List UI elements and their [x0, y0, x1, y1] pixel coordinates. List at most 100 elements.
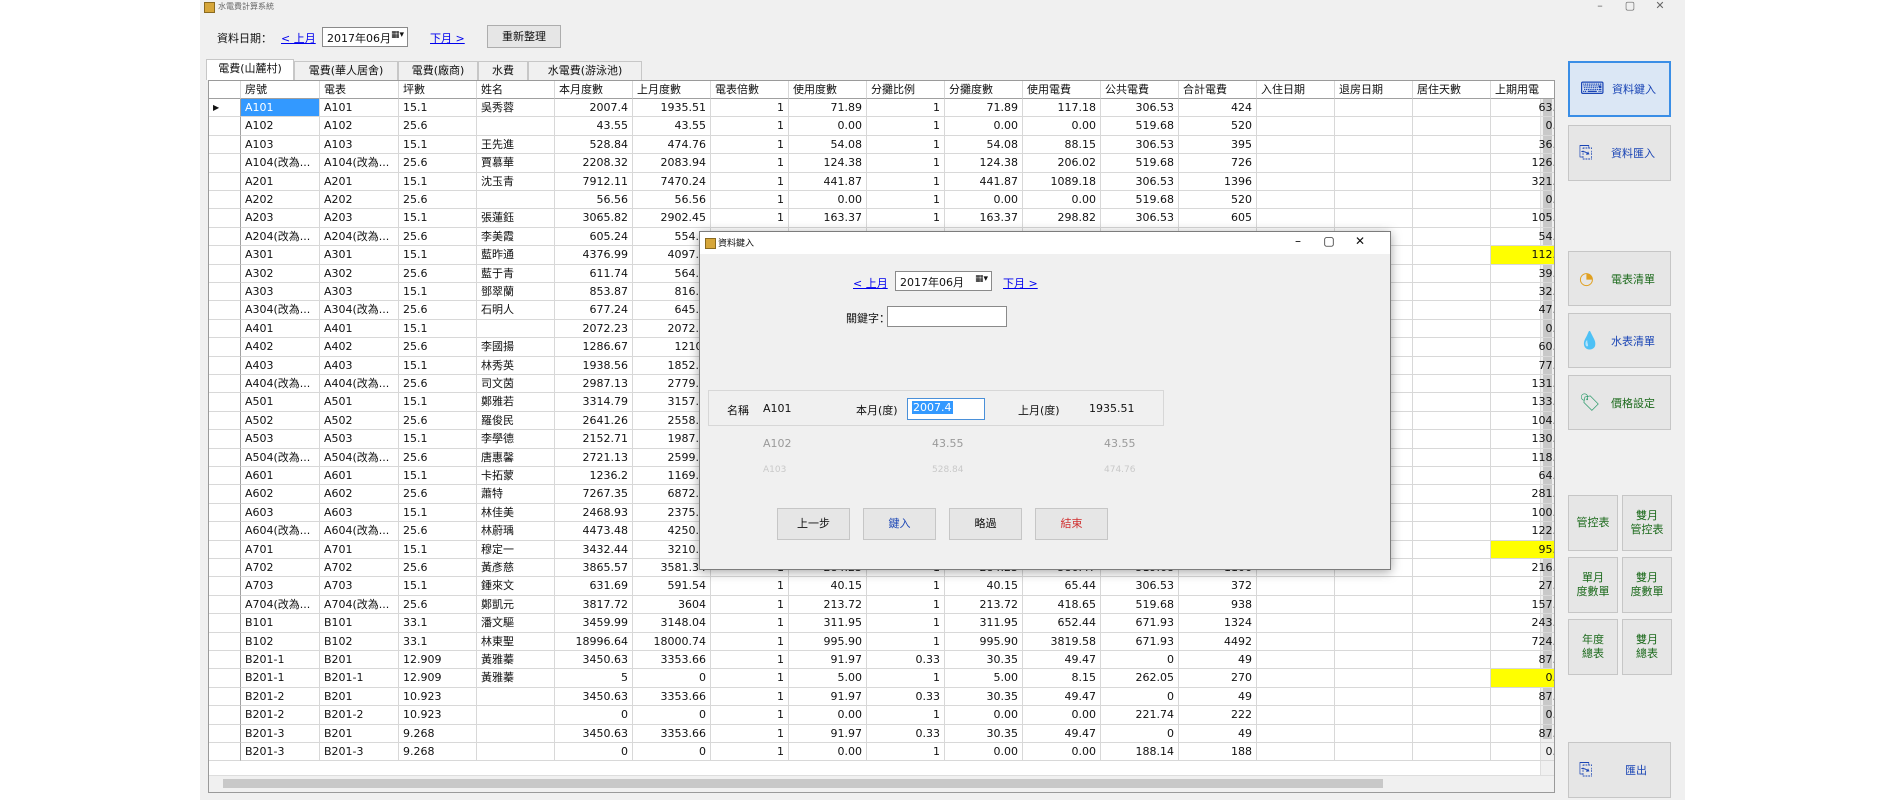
table-cell[interactable]	[1413, 448, 1491, 467]
table-cell[interactable]	[1413, 651, 1491, 670]
end-button[interactable]: 結束	[1035, 508, 1108, 540]
bimonth-control-button[interactable]: 雙月 管控表	[1622, 495, 1672, 551]
table-cell[interactable]: 40.15	[945, 577, 1023, 596]
table-cell[interactable]: A202	[241, 191, 320, 210]
table-cell[interactable]: 3819.58	[1023, 632, 1101, 651]
row-header[interactable]	[209, 651, 241, 670]
column-header[interactable]: 上月度數	[633, 81, 711, 99]
horizontal-scrollbar[interactable]	[209, 775, 1554, 792]
table-cell[interactable]	[1257, 209, 1335, 228]
month-degree-button[interactable]: 單月 度數單	[1568, 557, 1618, 613]
row-header[interactable]	[209, 485, 241, 504]
table-cell[interactable]: A503	[320, 430, 399, 449]
table-cell[interactable]	[1413, 209, 1491, 228]
table-cell[interactable]: 0.00	[1023, 117, 1101, 136]
table-cell[interactable]: A103	[320, 135, 399, 155]
table-cell[interactable]: 8.15	[1023, 669, 1101, 688]
table-cell[interactable]: 281.3	[1491, 485, 1554, 504]
table-cell[interactable]: B201-2	[241, 687, 320, 707]
table-cell[interactable]: 鍾來文	[477, 577, 555, 596]
table-cell[interactable]: 222	[1179, 706, 1257, 725]
table-cell[interactable]: 1	[711, 614, 789, 633]
table-cell[interactable]: 130.1	[1491, 430, 1554, 449]
table-cell[interactable]: 0.33	[867, 687, 945, 707]
table-cell[interactable]: 30.35	[945, 651, 1023, 670]
table-cell[interactable]: A703	[241, 577, 320, 596]
table-cell[interactable]	[1335, 595, 1413, 615]
dialog-close-icon[interactable]: ✕	[1345, 234, 1375, 248]
row-header[interactable]	[209, 283, 241, 302]
table-cell[interactable]: 995.90	[945, 632, 1023, 651]
table-cell[interactable]	[1413, 577, 1491, 596]
table-cell[interactable]	[1413, 356, 1491, 375]
table-cell[interactable]: 1	[711, 651, 789, 670]
table-cell[interactable]: 519.68	[1101, 154, 1179, 173]
dialog-date-picker[interactable]: 2017年06月 ▦▾	[895, 271, 992, 291]
table-cell[interactable]: A504(改為...	[241, 448, 320, 467]
table-cell[interactable]: B101	[241, 614, 320, 633]
table-cell[interactable]: 1	[867, 632, 945, 651]
table-cell[interactable]: 鄧翠蘭	[477, 283, 555, 302]
price-settings-button[interactable]: 🏷 價格設定	[1568, 375, 1671, 430]
table-cell[interactable]: A403	[320, 356, 399, 375]
table-cell[interactable]: A304(改為...	[241, 301, 320, 320]
table-cell[interactable]: A203	[241, 209, 320, 228]
table-cell[interactable]: 7470.24	[633, 172, 711, 191]
table-cell[interactable]: A303	[241, 283, 320, 302]
table-cell[interactable]: 88.15	[1023, 135, 1101, 155]
table-cell[interactable]: 藍昨通	[477, 246, 555, 265]
table-cell[interactable]: 311.95	[789, 614, 867, 633]
table-cell[interactable]: 3450.63	[555, 651, 633, 670]
table-cell[interactable]: 652.44	[1023, 614, 1101, 633]
table-cell[interactable]: 519.68	[1101, 117, 1179, 136]
table-cell[interactable]: B201	[320, 724, 399, 743]
table-cell[interactable]: 91.97	[789, 724, 867, 743]
table-cell[interactable]	[1413, 540, 1491, 559]
table-cell[interactable]	[1335, 651, 1413, 670]
table-cell[interactable]: B201-1	[241, 651, 320, 670]
table-cell[interactable]: 0.00	[945, 706, 1023, 725]
table-cell[interactable]: 25.6	[399, 411, 477, 431]
table-cell[interactable]: A502	[241, 411, 320, 431]
column-header[interactable]: 分攤比例	[867, 81, 945, 99]
table-cell[interactable]: 163.37	[945, 209, 1023, 228]
row-header[interactable]	[209, 117, 241, 136]
table-cell[interactable]: 91.97	[789, 687, 867, 707]
table-cell[interactable]: 47.0	[1491, 301, 1554, 320]
table-cell[interactable]: 124.38	[789, 154, 867, 173]
export-button[interactable]: ⎘ 匯出	[1568, 742, 1671, 798]
row-header[interactable]	[209, 191, 241, 210]
table-cell[interactable]: 0.0	[1491, 743, 1554, 762]
table-cell[interactable]: 0	[633, 743, 711, 762]
row-header[interactable]	[209, 632, 241, 651]
table-cell[interactable]: 15.1	[399, 172, 477, 191]
table-cell[interactable]: 131.2	[1491, 375, 1554, 394]
table-cell[interactable]: A503	[241, 430, 320, 449]
table-cell[interactable]: 15.1	[399, 356, 477, 375]
table-cell[interactable]	[1335, 117, 1413, 136]
table-cell[interactable]: 1	[867, 706, 945, 725]
table-cell[interactable]: 7267.35	[555, 485, 633, 504]
column-header[interactable]: 坪數	[399, 81, 477, 99]
table-cell[interactable]: 5	[555, 669, 633, 688]
table-cell[interactable]: 4473.48	[555, 522, 633, 541]
table-cell[interactable]: B201-1	[320, 669, 399, 688]
table-cell[interactable]: A701	[320, 540, 399, 559]
column-header[interactable]: 分攤度數	[945, 81, 1023, 99]
table-cell[interactable]: 25.6	[399, 522, 477, 541]
row-header[interactable]	[209, 264, 241, 283]
table-cell[interactable]: 15.1	[399, 319, 477, 339]
table-cell[interactable]: 2721.13	[555, 448, 633, 467]
table-cell[interactable]: 鄭雅若	[477, 393, 555, 412]
table-cell[interactable]: 25.6	[399, 227, 477, 247]
table-cell[interactable]: 474.76	[633, 135, 711, 155]
table-cell[interactable]: 677.24	[555, 301, 633, 320]
row-header[interactable]	[209, 135, 241, 155]
maximize-icon[interactable]: ▢	[1615, 0, 1645, 12]
dialog-calendar-dropdown-icon[interactable]: ▦▾	[975, 274, 988, 284]
table-cell[interactable]: 49.47	[1023, 651, 1101, 670]
table-cell[interactable]	[1413, 301, 1491, 320]
table-cell[interactable]	[1257, 724, 1335, 743]
keyword-input[interactable]	[887, 306, 1007, 327]
table-cell[interactable]: 7912.11	[555, 172, 633, 191]
